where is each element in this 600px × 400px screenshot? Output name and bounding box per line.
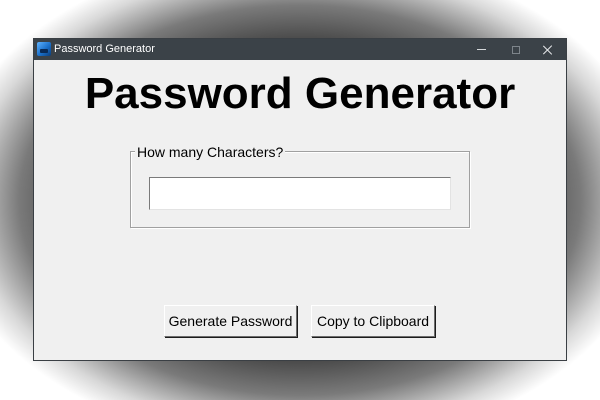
title-bar[interactable]: Password Generator [34,39,566,60]
group-label: How many Characters? [135,144,286,160]
close-button[interactable] [531,39,565,60]
app-icon [37,42,51,56]
close-icon [543,45,553,55]
maximize-button[interactable] [499,39,533,60]
character-count-input[interactable] [149,177,451,210]
minimize-icon [476,49,486,50]
generate-password-button[interactable]: Generate Password [164,305,297,337]
maximize-icon [512,45,520,54]
app-window: Password Generator Password Generator Ho… [34,39,566,360]
copy-to-clipboard-button[interactable]: Copy to Clipboard [311,305,435,337]
window-title: Password Generator [54,43,155,55]
page-title: Password Generator [84,69,516,118]
minimize-button[interactable] [464,39,498,60]
character-count-group: How many Characters? [130,144,470,228]
